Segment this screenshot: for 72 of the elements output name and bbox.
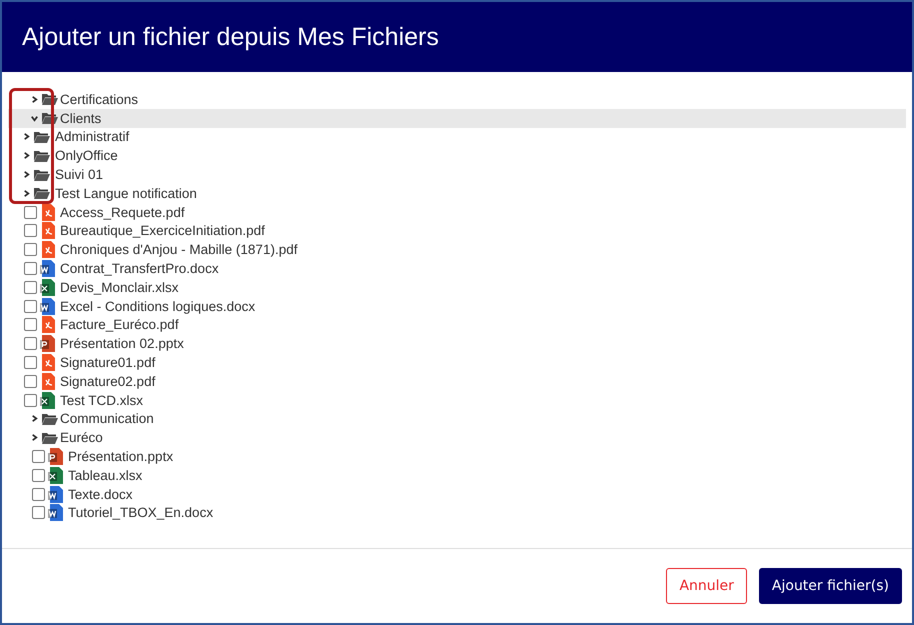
file-name: Tableau.xlsx <box>68 468 142 483</box>
checkbox[interactable] <box>24 337 37 350</box>
folder-icon <box>42 432 58 444</box>
file-name: Devis_Monclair.xlsx <box>60 280 179 295</box>
checkbox[interactable] <box>24 300 37 313</box>
pdf-file-icon <box>40 354 56 372</box>
checkbox[interactable] <box>24 224 37 238</box>
file-name: Tutoriel_TBOX_En.docx <box>68 505 214 520</box>
checkbox[interactable] <box>24 280 37 294</box>
file-name: Présentation.pptx <box>68 449 174 464</box>
folder-row[interactable]: Administratif <box>8 128 906 146</box>
folder-icon <box>34 130 50 143</box>
file-name: Présentation 02.pptx <box>60 336 184 352</box>
file-name: Excel - Conditions logiques.docx <box>60 298 256 314</box>
excel-file-icon <box>48 466 64 484</box>
folder-row[interactable]: Euréco <box>8 428 906 448</box>
checkbox[interactable] <box>32 468 45 482</box>
pdf-file-icon <box>40 222 56 240</box>
file-name: Signature01.pdf <box>60 355 156 370</box>
folder-icon <box>42 412 58 425</box>
folder-icon <box>34 150 50 162</box>
folder-name: Clients <box>60 110 102 126</box>
checkbox[interactable] <box>24 394 37 407</box>
word-file-icon <box>48 486 64 503</box>
cancel-button[interactable]: Annuler <box>666 568 747 604</box>
folder-row[interactable]: OnlyOffice <box>8 146 906 166</box>
checkbox[interactable] <box>32 506 45 520</box>
powerpoint-file-icon <box>40 335 56 352</box>
folder-row[interactable]: Communication <box>8 410 906 428</box>
file-name: Facture_Euréco.pdf <box>60 317 179 332</box>
folder-row[interactable]: Clients <box>8 108 906 128</box>
checkbox[interactable] <box>24 356 37 370</box>
file-name: Test TCD.xlsx <box>60 392 144 408</box>
pdf-file-icon <box>40 372 56 390</box>
folder-name: Certifications <box>60 92 138 107</box>
excel-file-icon <box>40 392 56 409</box>
pdf-file-icon <box>40 204 56 221</box>
folder-name: OnlyOffice <box>55 148 118 164</box>
folder-row[interactable]: Certifications <box>8 90 906 109</box>
checkbox[interactable] <box>24 243 37 256</box>
file-name: Contrat_TransfertPro.docx <box>60 261 219 276</box>
file-name: Chroniques d'Anjou - Mabille (1871).pdf <box>60 242 298 258</box>
folder-name: Communication <box>60 411 154 426</box>
folder-icon <box>34 187 50 200</box>
folder-icon <box>42 112 58 124</box>
checkbox[interactable] <box>32 450 45 464</box>
checkbox[interactable] <box>32 488 45 501</box>
file-name: Texte.docx <box>68 486 133 502</box>
folder-name: Suivi 01 <box>55 167 104 182</box>
folder-name: Euréco <box>60 430 103 446</box>
folder-row[interactable]: Test Langue notification <box>8 184 906 203</box>
checkbox[interactable] <box>24 318 37 332</box>
powerpoint-file-icon <box>48 448 64 466</box>
add-files-button[interactable]: Ajouter fichier(s) <box>758 568 902 604</box>
folder-name: Test Langue notification <box>55 186 197 201</box>
folder-icon <box>42 93 58 106</box>
folder-icon <box>34 168 50 181</box>
checkbox[interactable] <box>24 206 37 219</box>
pdf-file-icon <box>40 316 56 334</box>
checkbox[interactable] <box>24 262 37 276</box>
file-name: Signature02.pdf <box>60 374 156 389</box>
dialog-title: Ajouter un fichier depuis Mes Fichiers <box>22 22 439 52</box>
file-name: Bureautique_ExerciceInitiation.pdf <box>60 223 265 238</box>
folder-row[interactable]: Suivi 01 <box>8 165 906 184</box>
word-file-icon <box>40 260 56 278</box>
excel-file-icon <box>40 278 56 296</box>
word-file-icon <box>48 504 64 522</box>
file-name: Access_Requete.pdf <box>60 204 185 220</box>
pdf-file-icon <box>40 241 56 258</box>
checkbox[interactable] <box>24 374 37 388</box>
folder-name: Administratif <box>55 129 130 144</box>
word-file-icon <box>40 298 56 315</box>
